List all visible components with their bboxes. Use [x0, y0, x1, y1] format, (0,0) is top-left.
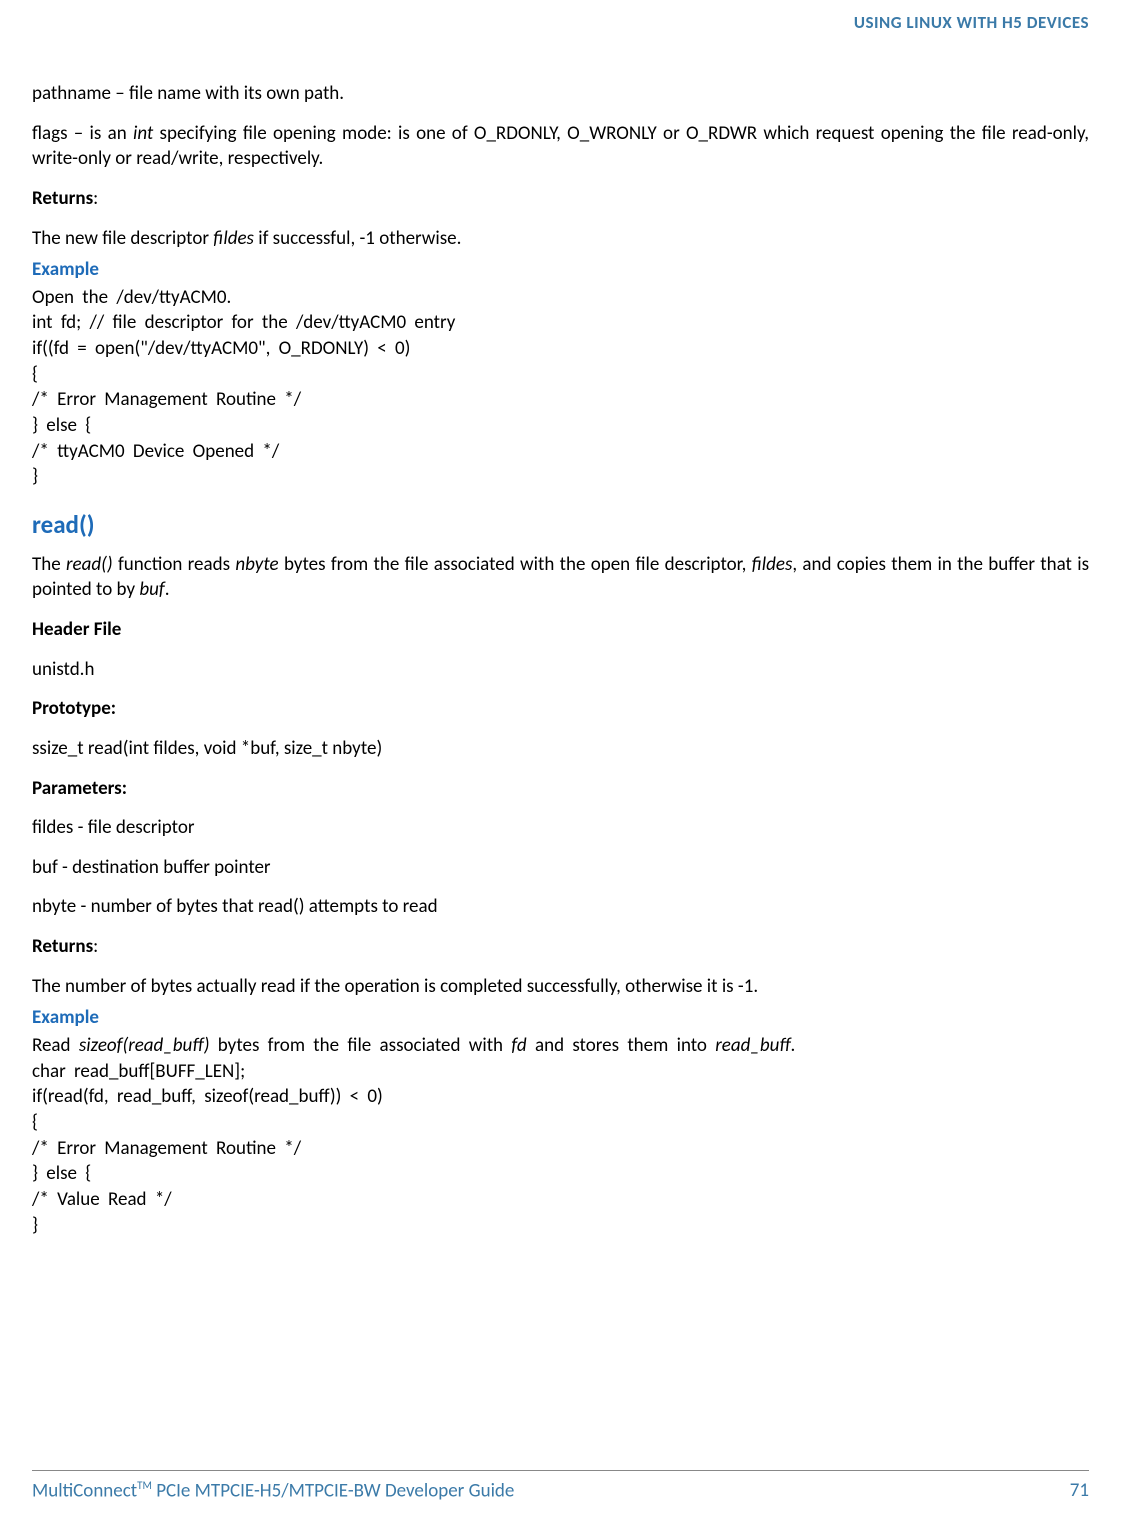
page-footer: MultiConnectTM PCIe MTPCIE-H5/MTPCIE-BW … [32, 1470, 1089, 1502]
read-p1-i: . [165, 578, 170, 601]
pathname-paragraph: pathname – file name with its own path. [32, 81, 1089, 107]
read-p1-h: buf [139, 578, 164, 601]
read-p1-d: nbyte [235, 553, 278, 576]
read-description: The read() function reads nbyte bytes fr… [32, 552, 1089, 603]
param-nbyte: nbyte - number of bytes that read() atte… [32, 894, 1089, 920]
flags-int: int [133, 122, 153, 145]
code2-e: and stores them into [527, 1034, 716, 1057]
colon-2: : [93, 935, 98, 958]
page-header: USING LINUX WITH H5 DEVICES [32, 0, 1089, 41]
returns-pre: The new file descriptor [32, 227, 213, 250]
read-p1-a: The [32, 553, 66, 576]
read-p1-f: fildes [752, 553, 793, 576]
returns-label: Returns [32, 187, 93, 210]
read-p1-b: read() [66, 553, 113, 576]
code-block-open: Open the /dev/ttyACM0. int fd; // file d… [32, 285, 1089, 490]
code2-b: sizeof(read_buff) [79, 1034, 210, 1057]
parameters-heading: Parameters: [32, 776, 1089, 802]
example-heading-2: Example [32, 1005, 1089, 1031]
footer-guide: PCIe MTPCIE-H5/MTPCIE-BW Developer Guide [152, 1479, 514, 1502]
footer-left: MultiConnectTM PCIe MTPCIE-H5/MTPCIE-BW … [32, 1479, 514, 1502]
read-section-title: read() [32, 508, 1089, 542]
returns-text: The new file descriptor fildes if succes… [32, 226, 1089, 252]
code2-c: bytes from the file associated with [209, 1034, 511, 1057]
header-file-heading: Header File [32, 617, 1089, 643]
code2-f: read_buff [715, 1034, 790, 1057]
read-p1-e: bytes from the file associated with the … [279, 553, 752, 576]
returns-post: if successful, -1 otherwise. [254, 227, 461, 250]
flags-pre: flags – is an [32, 122, 133, 145]
code1-line1: Open the /dev/ttyACM0. [32, 286, 231, 309]
returns-fildes: fildes [213, 227, 254, 250]
code2-a: Read [32, 1034, 79, 1057]
prototype-value: ssize_t read(int fildes, void *buf, size… [32, 736, 1089, 762]
header-title: USING LINUX WITH H5 DEVICES [854, 12, 1089, 33]
footer-page-number: 71 [1070, 1479, 1089, 1502]
prototype-heading: Prototype: [32, 696, 1089, 722]
param-buf: buf - destination buffer pointer [32, 855, 1089, 881]
code1-rest: int fd; // file descriptor for the /dev/… [32, 311, 455, 488]
returns-label-2: Returns [32, 935, 93, 958]
code2-g: . [790, 1034, 795, 1057]
code2-rest: char read_buff[BUFF_LEN]; if(read(fd, re… [32, 1060, 383, 1237]
footer-tm: TM [137, 1479, 152, 1492]
param-fildes: fildes - file descriptor [32, 815, 1089, 841]
returns-heading-2: Returns: [32, 934, 1089, 960]
footer-product: MultiConnect [32, 1479, 137, 1502]
example-heading-1: Example [32, 257, 1089, 283]
flags-post: specifying file opening mode: is one of … [32, 122, 1089, 171]
read-p1-c: function reads [113, 553, 236, 576]
code-block-read: Read sizeof(read_buff) bytes from the fi… [32, 1033, 1089, 1238]
header-file-value: unistd.h [32, 657, 1089, 683]
flags-paragraph: flags – is an int specifying file openin… [32, 121, 1089, 172]
returns-heading: Returns: [32, 186, 1089, 212]
code2-d: fd [511, 1034, 526, 1057]
colon: : [93, 187, 98, 210]
page-content: pathname – file name with its own path. … [32, 41, 1089, 1238]
returns-text-2: The number of bytes actually read if the… [32, 974, 1089, 1000]
